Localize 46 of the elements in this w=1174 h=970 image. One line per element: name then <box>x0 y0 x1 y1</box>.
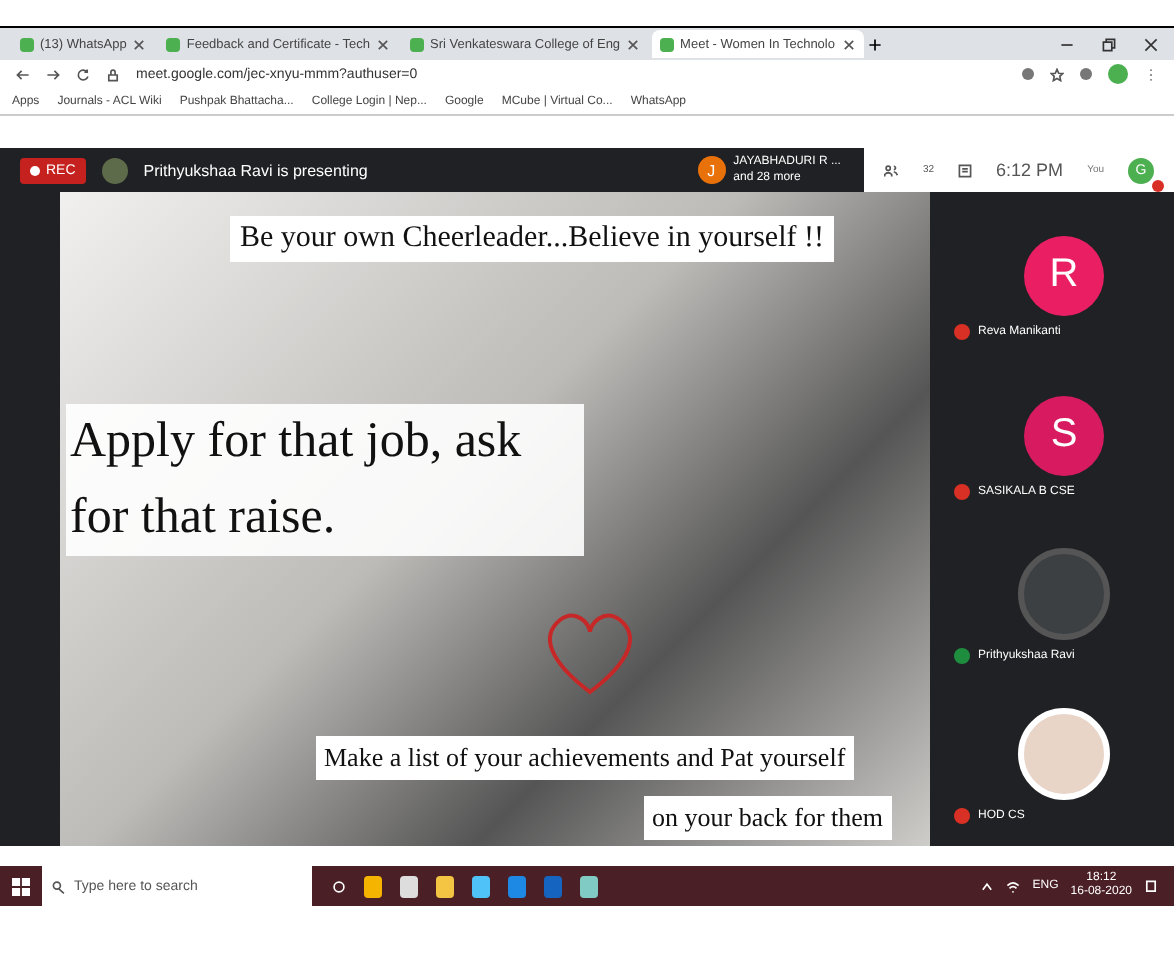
menu-icon[interactable] <box>1144 67 1158 81</box>
taskbar-app-icon[interactable] <box>436 875 454 897</box>
account-icon[interactable] <box>1108 64 1128 84</box>
close-icon[interactable] <box>626 37 641 51</box>
meeting-time: 6:12 PM <box>996 160 1064 180</box>
slide-text: Be your own Cheerleader...Believe in yourself !! <box>230 216 834 262</box>
taskbar-app-icon[interactable] <box>580 875 598 897</box>
taskbar-app-icon[interactable] <box>400 875 418 897</box>
close-icon[interactable] <box>376 37 391 51</box>
favicon-icon <box>410 37 425 51</box>
star-icon[interactable] <box>1050 67 1064 81</box>
new-tab-icon[interactable] <box>867 37 881 51</box>
photo-placeholder <box>1018 548 1110 641</box>
presenter-label: Prithyukshaa Ravi is presenting <box>143 161 368 179</box>
close-icon[interactable] <box>841 37 855 51</box>
circle-icon[interactable] <box>332 879 346 893</box>
favicon-icon <box>166 37 181 51</box>
wifi-icon[interactable] <box>1006 879 1021 893</box>
forward-arrow-icon[interactable] <box>46 67 60 81</box>
reload-icon[interactable] <box>76 67 90 81</box>
restore-icon[interactable] <box>1102 37 1116 51</box>
notification-dot <box>1152 179 1164 191</box>
favicon-icon <box>660 37 675 51</box>
extension-icon[interactable] <box>1080 68 1092 80</box>
lock-icon <box>106 67 120 81</box>
slide-text: on your back for them <box>644 796 892 840</box>
people-icon[interactable] <box>884 163 899 177</box>
close-icon[interactable] <box>1144 37 1158 51</box>
windows-start-icon[interactable] <box>12 877 30 895</box>
caret-icon[interactable] <box>980 879 995 893</box>
avatar: R <box>1024 235 1104 316</box>
back-arrow-icon[interactable] <box>16 67 30 81</box>
speaker-avatar: J <box>697 156 726 184</box>
avatar: S <box>1024 395 1104 476</box>
close-icon[interactable] <box>132 37 147 51</box>
slide-text: Apply for that job, ask for that raise. <box>66 404 584 556</box>
favicon-icon <box>20 37 34 51</box>
taskbar-app-icon[interactable] <box>472 875 490 897</box>
notification-icon[interactable] <box>1144 879 1158 893</box>
presenter-avatar <box>101 157 128 183</box>
photo-placeholder <box>1018 708 1110 801</box>
chat-icon[interactable] <box>958 163 973 177</box>
extension-icon[interactable] <box>1022 68 1034 80</box>
taskbar-app-icon[interactable] <box>364 875 382 897</box>
slide-text: Make a list of your achievements and Pat yourself <box>316 736 854 780</box>
search-icon <box>52 879 66 893</box>
